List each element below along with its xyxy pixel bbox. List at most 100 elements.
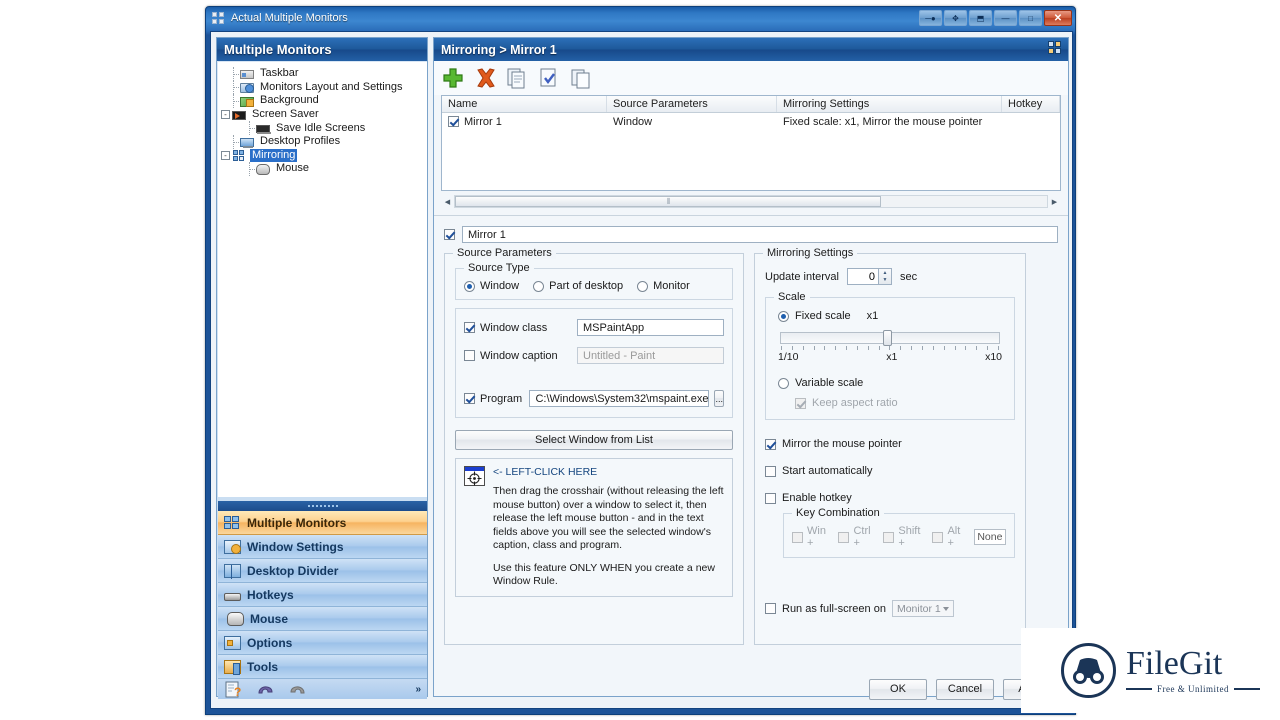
fullscreen-monitor-value: Monitor 1 — [897, 603, 941, 615]
sidebar-item-desktop-divider[interactable]: Desktop Divider — [218, 559, 427, 583]
nav-resize-grip[interactable] — [218, 501, 427, 511]
footer-icons: ? — [216, 680, 307, 699]
watermark-text: FileGit Free & Unlimited — [1126, 647, 1260, 694]
tree-item-mouse[interactable]: Mouse — [218, 162, 427, 176]
mirror-enabled-checkbox[interactable] — [444, 229, 455, 240]
redo-icon[interactable] — [288, 680, 307, 699]
sidebar-item-window-settings[interactable]: Window Settings — [218, 535, 427, 559]
window-class-input[interactable]: MSPaintApp — [577, 319, 724, 336]
mirror-name-input[interactable]: Mirror 1 — [462, 226, 1058, 243]
content-header: Mirroring > Mirror 1 — [434, 38, 1068, 61]
radio-monitor[interactable]: Monitor — [637, 280, 690, 292]
tree-item-background[interactable]: Background — [218, 94, 427, 108]
minimize-icon: — — [1002, 14, 1010, 23]
scale-slider[interactable] — [780, 331, 1000, 345]
help-icon[interactable]: ? — [224, 680, 243, 699]
win-key-checkbox[interactable] — [792, 532, 803, 543]
add-mirror-button[interactable] — [440, 65, 466, 91]
tree-item-save-idle-screens[interactable]: Save Idle Screens — [218, 121, 427, 135]
key-ctrl[interactable]: Ctrl + — [838, 525, 873, 549]
sidebar-item-label: Mouse — [250, 612, 288, 626]
sidebar-item-hotkeys[interactable]: Hotkeys — [218, 583, 427, 607]
alt-key-checkbox[interactable] — [932, 532, 943, 543]
hotkey-value-input[interactable]: None — [974, 529, 1006, 545]
key-alt[interactable]: Alt + — [932, 525, 963, 549]
apply-mirror-button[interactable] — [536, 65, 562, 91]
sidebar-item-mouse[interactable]: Mouse — [218, 607, 427, 631]
fixed-scale-row[interactable]: Fixed scale x1 — [778, 310, 1002, 322]
tree-item-monitors-layout[interactable]: Monitors Layout and Settings — [218, 81, 427, 95]
maximize-button[interactable]: □ — [1019, 10, 1042, 26]
window-caption-checkbox[interactable] — [464, 350, 475, 361]
slider-thumb[interactable] — [883, 330, 892, 346]
duplicate-mirror-button[interactable] — [568, 65, 594, 91]
tree-item-mirroring[interactable]: - Mirroring — [218, 149, 427, 163]
browse-program-button[interactable]: ... — [714, 390, 724, 407]
update-interval-label: Update interval — [765, 271, 839, 283]
scrollbar-thumb[interactable]: ⦀ — [455, 196, 881, 207]
tree-guide — [228, 135, 240, 149]
column-header-source-parameters[interactable]: Source Parameters — [607, 96, 777, 112]
stepper-up-icon[interactable]: ▲ — [879, 269, 891, 277]
scroll-left-arrow-icon[interactable]: ◀ — [441, 195, 454, 208]
variable-scale-row[interactable]: Variable scale — [778, 377, 1002, 389]
tree-item-taskbar[interactable]: Taskbar — [218, 67, 427, 81]
key-shift[interactable]: Shift + — [883, 525, 922, 549]
close-button[interactable]: ✕ — [1044, 10, 1072, 26]
stepper-down-icon[interactable]: ▼ — [879, 277, 891, 285]
copy-mirror-button[interactable] — [504, 65, 530, 91]
stepper-buttons[interactable]: ▲ ▼ — [879, 268, 892, 285]
window-caption-input[interactable]: Untitled - Paint — [577, 347, 724, 364]
mirror-pointer-row[interactable]: Mirror the mouse pointer — [765, 438, 1015, 450]
enable-hotkey-checkbox[interactable] — [765, 493, 776, 504]
scroll-right-arrow-icon[interactable]: ▶ — [1048, 195, 1061, 208]
cancel-button[interactable]: Cancel — [936, 679, 994, 700]
window-class-row: Window class MSPaintApp — [464, 319, 724, 336]
column-header-name[interactable]: Name — [442, 96, 607, 112]
shift-key-checkbox[interactable] — [883, 532, 894, 543]
maximize-icon: □ — [1028, 14, 1033, 23]
select-window-from-list-button[interactable]: Select Window from List — [455, 430, 733, 450]
table-horizontal-scrollbar[interactable]: ◀ ⦀ ▶ — [441, 194, 1061, 209]
column-header-hotkey[interactable]: Hotkey — [1002, 96, 1060, 112]
radio-part-of-desktop[interactable]: Part of desktop — [533, 280, 623, 292]
source-parameters-group: Source Parameters Source Type Window — [444, 253, 744, 645]
tree-item-label: Mirroring — [250, 149, 297, 162]
key-win[interactable]: Win + — [792, 525, 828, 549]
start-automatically-checkbox[interactable] — [765, 466, 776, 477]
ctrl-key-checkbox[interactable] — [838, 532, 849, 543]
collapse-expander-icon[interactable]: - — [221, 110, 230, 119]
delete-mirror-button[interactable] — [472, 65, 498, 91]
radio-window[interactable]: Window — [464, 280, 519, 292]
mirror-pointer-checkbox[interactable] — [765, 439, 776, 450]
update-interval-input[interactable]: 0 — [847, 268, 879, 285]
minimize-button[interactable]: — — [994, 10, 1017, 26]
fullscreen-monitor-select[interactable]: Monitor 1 — [892, 600, 954, 617]
expand-window-button[interactable]: ⬒ — [969, 10, 992, 26]
sidebar-item-options[interactable]: Options — [218, 631, 427, 655]
program-row: Program C:\Windows\System32\mspaint.exe … — [464, 390, 724, 407]
table-row[interactable]: Mirror 1 Window Fixed scale: x1, Mirror … — [442, 113, 1060, 130]
tree-item-desktop-profiles[interactable]: Desktop Profiles — [218, 135, 427, 149]
enable-hotkey-row[interactable]: Enable hotkey — [765, 492, 1015, 504]
window-class-checkbox[interactable] — [464, 322, 475, 333]
start-automatically-row[interactable]: Start automatically — [765, 465, 1015, 477]
program-input[interactable]: C:\Windows\System32\mspaint.exe — [529, 390, 709, 407]
crosshair-target-icon[interactable] — [464, 466, 485, 486]
keep-aspect-ratio-checkbox[interactable] — [795, 398, 806, 409]
radio-label: Part of desktop — [549, 280, 623, 292]
keep-aspect-ratio-row[interactable]: Keep aspect ratio — [795, 397, 1002, 409]
program-checkbox[interactable] — [464, 393, 475, 404]
update-interval-stepper[interactable]: 0 ▲ ▼ — [847, 268, 892, 285]
pin-window-button[interactable]: ─● — [919, 10, 942, 26]
column-header-mirroring-settings[interactable]: Mirroring Settings — [777, 96, 1002, 112]
row-checkbox[interactable] — [448, 116, 459, 127]
undo-icon[interactable] — [256, 680, 275, 699]
scrollbar-track[interactable]: ⦀ — [454, 195, 1048, 208]
run-fullscreen-checkbox[interactable] — [765, 603, 776, 614]
move-to-monitor-button[interactable]: ✥ — [944, 10, 967, 26]
collapse-expander-icon[interactable]: - — [221, 151, 230, 160]
sidebar-item-multiple-monitors[interactable]: Multiple Monitors — [218, 511, 427, 535]
tree-item-screen-saver[interactable]: - Screen Saver — [218, 108, 427, 122]
ok-button[interactable]: OK — [869, 679, 927, 700]
